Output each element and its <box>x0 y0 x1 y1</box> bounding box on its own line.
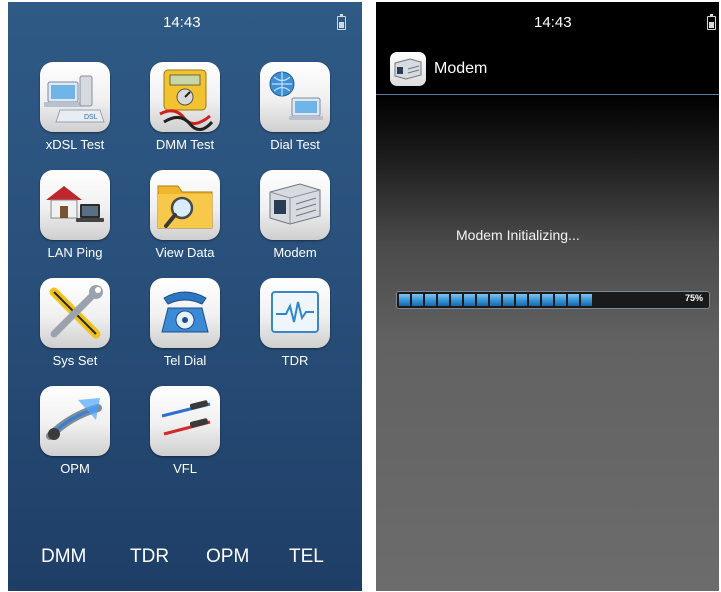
battery-icon <box>337 14 346 30</box>
tools-icon <box>40 278 110 348</box>
app-label: OPM <box>60 461 90 476</box>
app-label: VFL <box>173 461 197 476</box>
status-bar: 14:43 <box>376 2 719 42</box>
progress-segment <box>490 294 501 306</box>
progress-bar: 75% <box>396 291 710 309</box>
progress-segment <box>438 294 449 306</box>
app-label: Modem <box>273 245 317 260</box>
modem-icon <box>260 170 330 240</box>
progress-segment <box>477 294 488 306</box>
progress-segment <box>542 294 553 306</box>
progress-segment <box>503 294 514 306</box>
status-bar: 14:43 <box>8 2 362 42</box>
progress-segment <box>399 294 410 306</box>
vfl-icon <box>150 386 220 456</box>
progress-segment <box>451 294 462 306</box>
dock-item-tdr[interactable]: TDR <box>130 546 169 568</box>
app-label: DMM Test <box>155 137 215 152</box>
dial-test-icon <box>260 62 330 132</box>
app-vfl[interactable]: VFL <box>135 386 235 476</box>
folder-icon <box>150 170 220 240</box>
progress-segment <box>555 294 566 306</box>
xdsl-icon: DSL <box>40 62 110 132</box>
app-tel-dial[interactable]: Tel Dial <box>135 278 235 368</box>
progress-segment <box>529 294 540 306</box>
progress-segment <box>568 294 579 306</box>
app-label: LAN Ping <box>47 245 103 260</box>
app-dmm-test[interactable]: DMM Test <box>135 62 235 152</box>
title-bar: Modem <box>376 42 719 95</box>
app-sys-set[interactable]: Sys Set <box>25 278 125 368</box>
app-lan-ping[interactable]: LAN Ping <box>25 170 125 260</box>
progress-percent: 75% <box>684 293 703 303</box>
battery-icon <box>707 14 716 30</box>
app-dial-test[interactable]: Dial Test <box>245 62 345 152</box>
dock-item-dmm[interactable]: DMM <box>41 546 86 568</box>
app-label: Sys Set <box>52 353 98 368</box>
telephone-icon <box>150 278 220 348</box>
progress-segment <box>516 294 527 306</box>
app-label: TDR <box>281 353 309 368</box>
progress-segment <box>425 294 436 306</box>
dock-item-opm[interactable]: OPM <box>206 546 249 568</box>
app-label: Dial Test <box>270 137 320 152</box>
modem-screen: 14:43 Modem Modem Initializing... 75% <box>376 2 719 591</box>
dmm-icon <box>150 62 220 132</box>
app-tdr[interactable]: TDR <box>245 278 345 368</box>
app-view-data[interactable]: View Data <box>135 170 235 260</box>
progress-segment <box>412 294 423 306</box>
progress-segment <box>464 294 475 306</box>
modem-content: Modem Initializing... 75% <box>376 95 719 591</box>
app-label: xDSL Test <box>45 137 105 152</box>
screen-title: Modem <box>434 60 488 77</box>
dock-item-tel[interactable]: TEL <box>289 546 324 568</box>
status-clock: 14:43 <box>163 14 201 31</box>
app-opm[interactable]: OPM <box>25 386 125 476</box>
launcher-screen: 14:43 DSL xDSL Test DMM Test Dial Test L… <box>8 2 362 591</box>
modem-icon[interactable] <box>390 52 426 86</box>
progress-fill <box>399 294 592 306</box>
app-xdsl-test[interactable]: DSL xDSL Test <box>25 62 125 152</box>
progress-segment <box>581 294 592 306</box>
app-modem[interactable]: Modem <box>245 170 345 260</box>
tdr-waveform-icon <box>260 278 330 348</box>
app-label: View Data <box>155 245 215 260</box>
status-clock: 14:43 <box>534 14 572 31</box>
lan-ping-icon <box>40 170 110 240</box>
dsl-text: DSL <box>84 114 98 121</box>
opm-icon <box>40 386 110 456</box>
status-message: Modem Initializing... <box>456 227 580 243</box>
app-label: Tel Dial <box>163 353 207 368</box>
